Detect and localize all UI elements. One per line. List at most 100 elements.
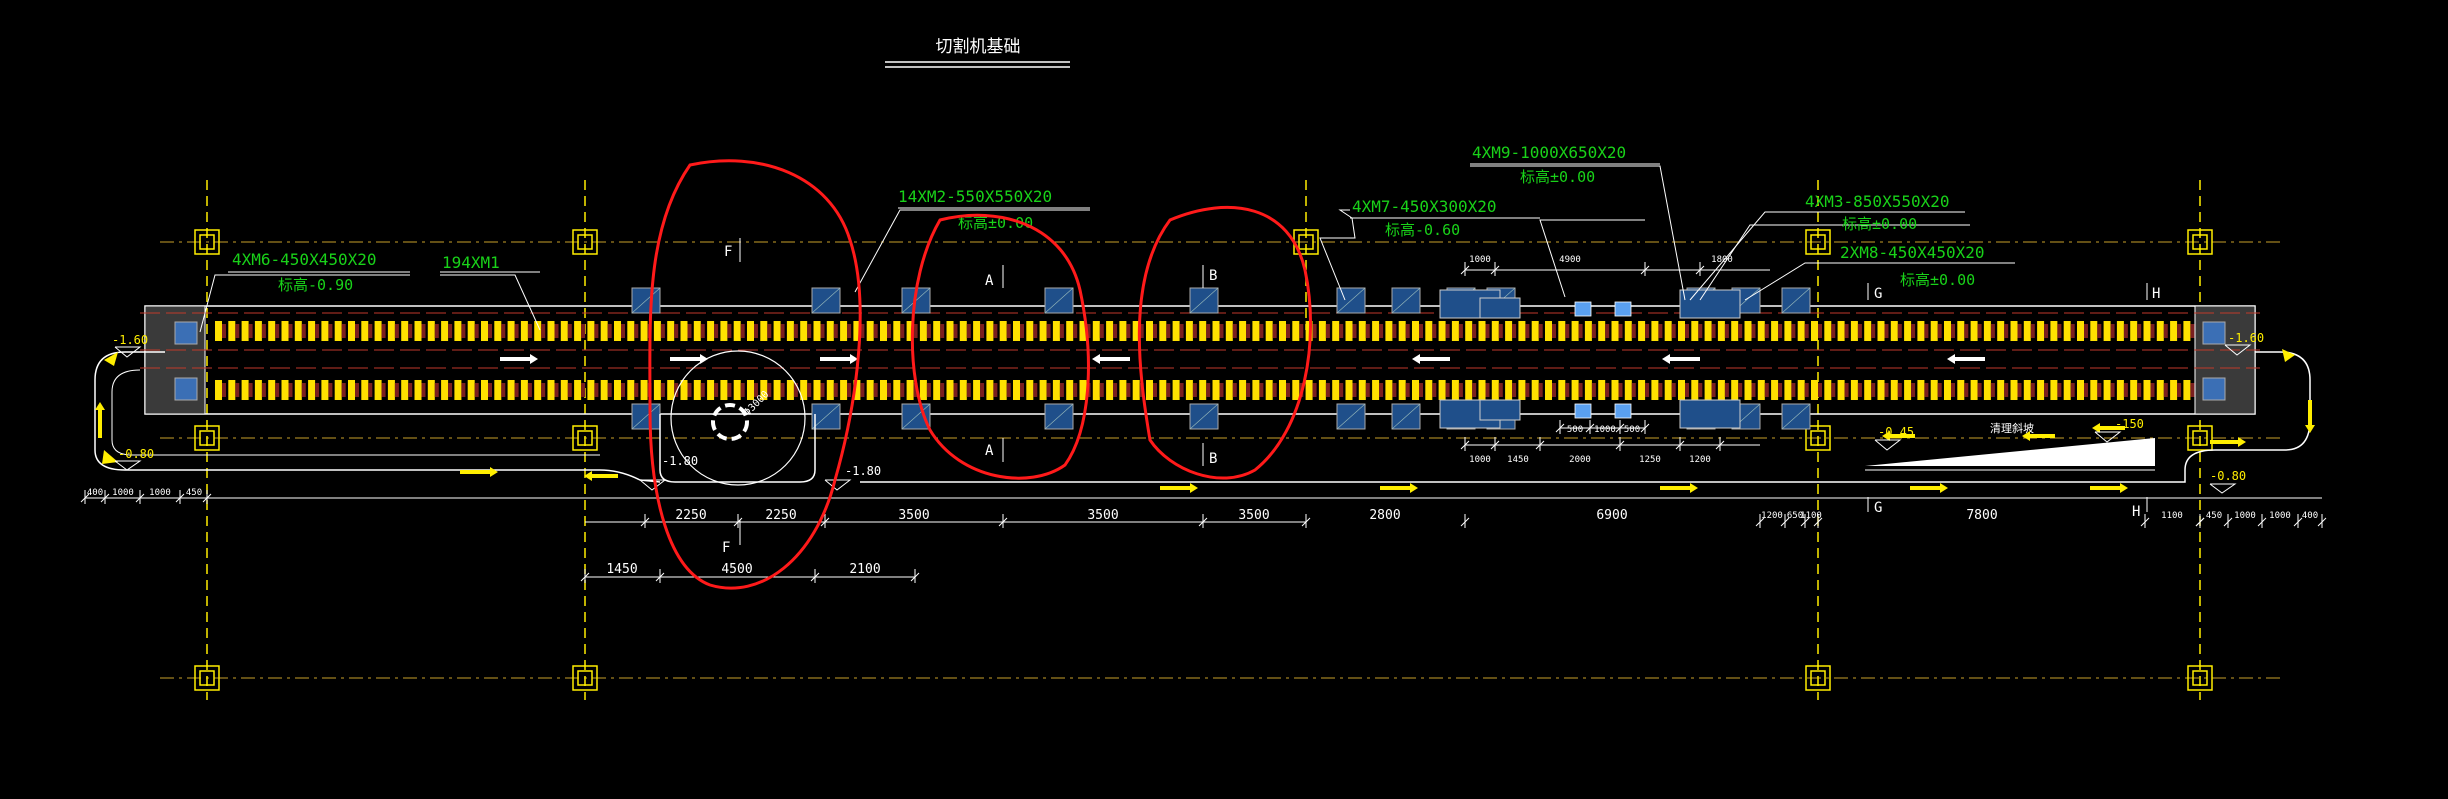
roller-gap [1645,324,1650,338]
roller-gap [887,383,891,397]
roller-gap [953,324,958,338]
roller [2023,380,2031,400]
roller [1771,321,1779,341]
roller-gap [1738,324,1743,338]
roller-gap [1325,383,1330,397]
section-A-bottom: A [985,443,994,459]
roller [1744,380,1752,400]
roller-gap [847,324,852,338]
flow-arrows [500,354,1985,364]
roller-gap [1804,383,1809,397]
roller [1398,321,1406,341]
roller-gap [940,324,945,338]
roller-gap [222,383,226,397]
roller-gap [567,383,572,397]
roller [374,380,382,400]
roller-gap [1924,324,1929,338]
roller-gap [288,383,293,397]
roller [1318,380,1326,400]
roller-gap [1365,324,1370,338]
roller [1997,380,2005,400]
roller [1744,321,1752,341]
roller-gap [2030,383,2035,397]
roller [560,380,568,400]
roller [2183,380,2191,400]
roller [813,321,821,341]
roller-gap [275,324,280,338]
roller-gap [315,324,320,338]
roller [361,321,369,341]
roller [454,321,462,341]
roller [520,321,528,341]
roller [2116,321,2124,341]
roller-gap [1884,383,1889,397]
roller-gap [847,383,852,397]
roller-gap [1977,324,1982,338]
roller-gap [687,383,692,397]
roller [1571,321,1579,341]
roller-gap [315,383,320,397]
label-xm9-elev: 标高±0.00 [1520,168,1595,186]
roller [866,380,874,400]
roller-gap [2070,324,2075,338]
roller [1106,321,1114,341]
roller [1332,380,1340,400]
cleanup-ramp [1865,438,2155,466]
roller-gap [1458,324,1463,338]
roller [1957,321,1965,341]
roller-gap [900,383,905,397]
roller-gap [1352,383,1357,397]
roller-gap [1525,324,1530,338]
roller [747,321,754,341]
roller [1252,380,1260,400]
roller-gap [1219,383,1224,397]
roller-gap [1778,383,1783,397]
roller [494,321,502,341]
roller [2063,321,2071,341]
roller-gap [1365,383,1370,397]
roller [574,380,582,400]
dimension-text: 3500 [1238,508,1269,523]
roller-gap [248,324,253,338]
roller-gap [2097,324,2102,338]
roller [2130,380,2138,400]
roller [1717,380,1725,400]
roller-gap [275,383,280,397]
roller-gap [448,324,453,338]
roller [2103,321,2111,341]
roller [2183,321,2191,341]
roller-gap [953,383,958,397]
label-xm9: 4XM9-1000X650X20 [1472,143,1626,162]
roller-gap [514,383,519,397]
roller [1172,321,1180,341]
roller [1584,380,1592,400]
roller-gap [461,383,466,397]
roller-gap [2177,383,2182,397]
roller-gap [394,383,399,397]
roller-gap [368,383,373,397]
roller-gap [1286,324,1290,338]
roller-gap [2150,324,2155,338]
roller [2037,380,2045,400]
roller-gap [1006,383,1011,397]
roller [1332,321,1340,341]
roller-gap [1618,383,1623,397]
roller-gap [2057,383,2062,397]
roller [481,321,488,341]
roller-gap [1232,324,1237,338]
roller-gap [1046,383,1051,397]
roller [2143,321,2151,341]
xm9-pad [1574,301,1592,317]
roller-gap [980,324,985,338]
roller-gap [1219,324,1224,338]
dimension-text: 6900 [1596,508,1627,523]
roller [1877,380,1885,400]
roller-gap [2163,383,2168,397]
roller-gap [1578,324,1583,338]
roller-gap [1605,324,1610,338]
roller-gap [1113,324,1118,338]
roller-gap [940,383,945,397]
roller-gap [780,324,785,338]
roller [1119,321,1127,341]
roller-gap [1272,324,1277,338]
